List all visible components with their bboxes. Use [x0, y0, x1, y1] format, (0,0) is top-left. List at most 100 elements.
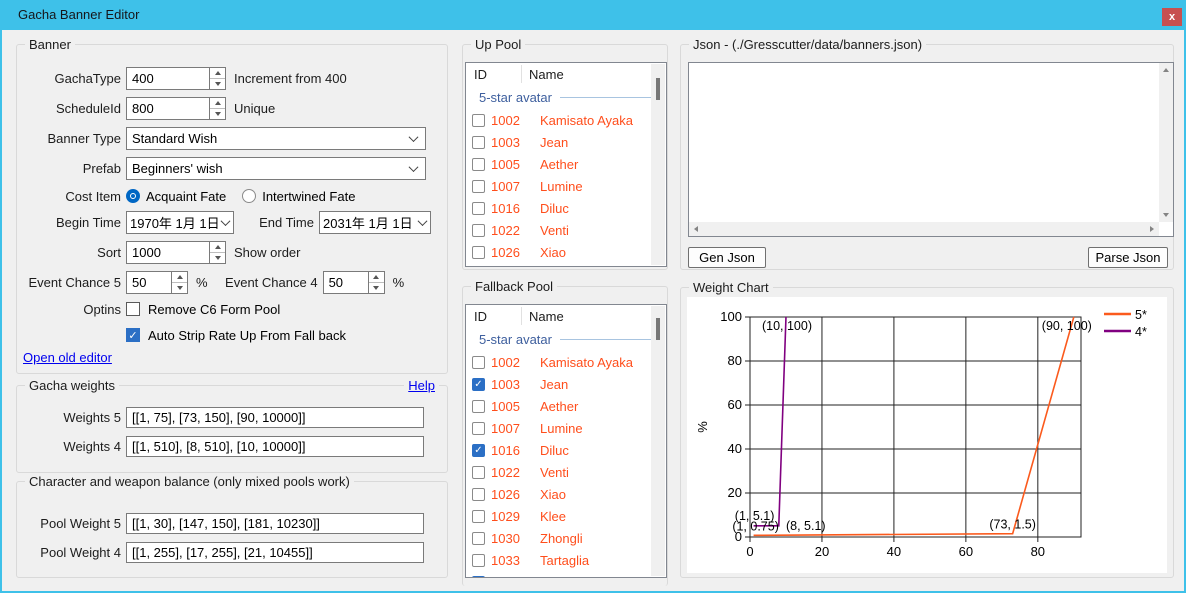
list-item[interactable]: 1003Jean	[466, 131, 666, 153]
spin-up-icon[interactable]	[369, 272, 384, 283]
item-name: Aether	[540, 157, 578, 172]
svg-text:80: 80	[728, 353, 742, 368]
list-item[interactable]: 1035Qiqi	[466, 571, 666, 578]
row-checkbox[interactable]	[472, 378, 485, 391]
gacha-type-value: 400	[127, 68, 209, 89]
list-item[interactable]: 1007Lumine	[466, 417, 666, 439]
row-checkbox[interactable]	[472, 400, 485, 413]
row-checkbox[interactable]	[472, 466, 485, 479]
radio-acquaint-fate[interactable]	[126, 189, 140, 203]
item-name: Diluc	[540, 201, 569, 216]
optins-label: Optins	[17, 302, 121, 317]
radio-intertwined-fate[interactable]	[242, 189, 256, 203]
spin-down-icon[interactable]	[210, 109, 225, 119]
scroll-left-icon[interactable]	[689, 222, 703, 236]
event-chance-4-spinner[interactable]: 50	[323, 271, 385, 294]
banner-type-row: Banner Type Standard Wish	[17, 127, 447, 150]
weights-5-input[interactable]: [[1, 75], [73, 150], [90, 10000]]	[126, 407, 424, 428]
scroll-down-icon[interactable]	[1159, 208, 1173, 222]
row-checkbox[interactable]	[472, 246, 485, 259]
spin-down-icon[interactable]	[210, 79, 225, 89]
up-pool-list[interactable]: ID Name 5-star avatar 1002Kamisato Ayaka…	[465, 62, 667, 267]
remove-c6-checkbox[interactable]	[126, 302, 140, 316]
list-item[interactable]: 1003Jean	[466, 373, 666, 395]
cost-item-label: Cost Item	[17, 189, 121, 204]
scrollbar[interactable]	[651, 64, 665, 265]
row-checkbox[interactable]	[472, 136, 485, 149]
prefab-select[interactable]: Beginners' wish	[126, 157, 426, 180]
open-old-editor-link[interactable]: Open old editor	[23, 350, 112, 365]
horizontal-scrollbar[interactable]	[689, 222, 1159, 236]
item-id: 1005	[491, 157, 531, 172]
row-checkbox[interactable]	[472, 356, 485, 369]
row-checkbox[interactable]	[472, 532, 485, 545]
spin-down-icon[interactable]	[210, 253, 225, 263]
list-item[interactable]: 1005Aether	[466, 395, 666, 417]
svg-text:60: 60	[728, 397, 742, 412]
list-item[interactable]: 1002Kamisato Ayaka	[466, 109, 666, 131]
row-checkbox[interactable]	[472, 114, 485, 127]
help-link[interactable]: Help	[404, 378, 439, 393]
list-item[interactable]: 1022Venti	[466, 461, 666, 483]
end-time-picker[interactable]: 2031年 1月 1日	[319, 211, 431, 234]
list-item[interactable]: 1033Tartaglia	[466, 549, 666, 571]
list-item[interactable]: 1026Xiao	[466, 241, 666, 263]
fallback-pool-group: Fallback Pool ID Name 5-star avatar 1002…	[462, 286, 668, 586]
pool-weight-4-input[interactable]: [[1, 255], [17, 255], [21, 10455]]	[126, 542, 424, 563]
pool-weight-5-input[interactable]: [[1, 30], [147, 150], [181, 10230]]	[126, 513, 424, 534]
list-item[interactable]: 1026Xiao	[466, 483, 666, 505]
chevron-down-icon	[418, 216, 428, 226]
row-checkbox[interactable]	[472, 224, 485, 237]
row-checkbox[interactable]	[472, 202, 485, 215]
spin-down-icon[interactable]	[369, 283, 384, 293]
row-checkbox[interactable]	[472, 180, 485, 193]
schedule-id-spinner[interactable]: 800	[126, 97, 226, 120]
scroll-right-icon[interactable]	[1145, 222, 1159, 236]
weights-4-input[interactable]: [[1, 510], [8, 510], [10, 10000]]	[126, 436, 424, 457]
gacha-type-label: GachaType	[17, 71, 121, 86]
row-checkbox[interactable]	[472, 554, 485, 567]
list-item[interactable]: 1016Diluc	[466, 439, 666, 461]
gacha-type-spinner[interactable]: 400	[126, 67, 226, 90]
sort-spinner[interactable]: 1000	[126, 241, 226, 264]
sort-note: Show order	[234, 245, 300, 260]
json-textarea[interactable]	[688, 62, 1174, 237]
list-item[interactable]: 1022Venti	[466, 219, 666, 241]
event-chance-5-spinner[interactable]: 50	[126, 271, 188, 294]
scroll-up-icon[interactable]	[1159, 63, 1173, 77]
svg-text:(73, 1.5): (73, 1.5)	[989, 518, 1036, 532]
row-checkbox[interactable]	[472, 422, 485, 435]
banner-type-select[interactable]: Standard Wish	[126, 127, 426, 150]
row-checkbox[interactable]	[472, 444, 485, 457]
id-column-header: ID	[466, 67, 521, 82]
row-checkbox[interactable]	[472, 488, 485, 501]
fallback-pool-list[interactable]: ID Name 5-star avatar 1002Kamisato Ayaka…	[465, 304, 667, 578]
list-item[interactable]: 1016Diluc	[466, 197, 666, 219]
group-rule	[560, 339, 658, 340]
row-checkbox[interactable]	[472, 510, 485, 523]
close-button[interactable]: x	[1162, 8, 1182, 26]
pool-weight-5-label: Pool Weight 5	[17, 516, 121, 531]
scrollbar-thumb[interactable]	[656, 78, 660, 100]
row-checkbox[interactable]	[472, 158, 485, 171]
vertical-scrollbar[interactable]	[1159, 63, 1173, 222]
title-bar[interactable]: Gacha Banner Editor x	[0, 0, 1186, 30]
spin-up-icon[interactable]	[210, 68, 225, 79]
list-item[interactable]: 1030Zhongli	[466, 527, 666, 549]
auto-strip-checkbox[interactable]	[126, 328, 140, 342]
list-item[interactable]: 1005 Aether	[466, 153, 666, 175]
spin-up-icon[interactable]	[210, 98, 225, 109]
parse-json-button[interactable]: Parse Json	[1088, 247, 1168, 268]
gen-json-button[interactable]: Gen Json	[688, 247, 766, 268]
list-item[interactable]: 1002Kamisato Ayaka	[466, 351, 666, 373]
list-item[interactable]: 1007Lumine	[466, 175, 666, 197]
row-checkbox[interactable]	[472, 576, 485, 579]
spin-up-icon[interactable]	[172, 272, 187, 283]
spin-down-icon[interactable]	[172, 283, 187, 293]
scrollbar-thumb[interactable]	[656, 318, 660, 340]
list-item[interactable]: 1029Klee	[466, 505, 666, 527]
spin-up-icon[interactable]	[210, 242, 225, 253]
scrollbar[interactable]	[651, 306, 665, 576]
json-text[interactable]	[691, 65, 1157, 220]
begin-time-picker[interactable]: 1970年 1月 1日	[126, 211, 234, 234]
